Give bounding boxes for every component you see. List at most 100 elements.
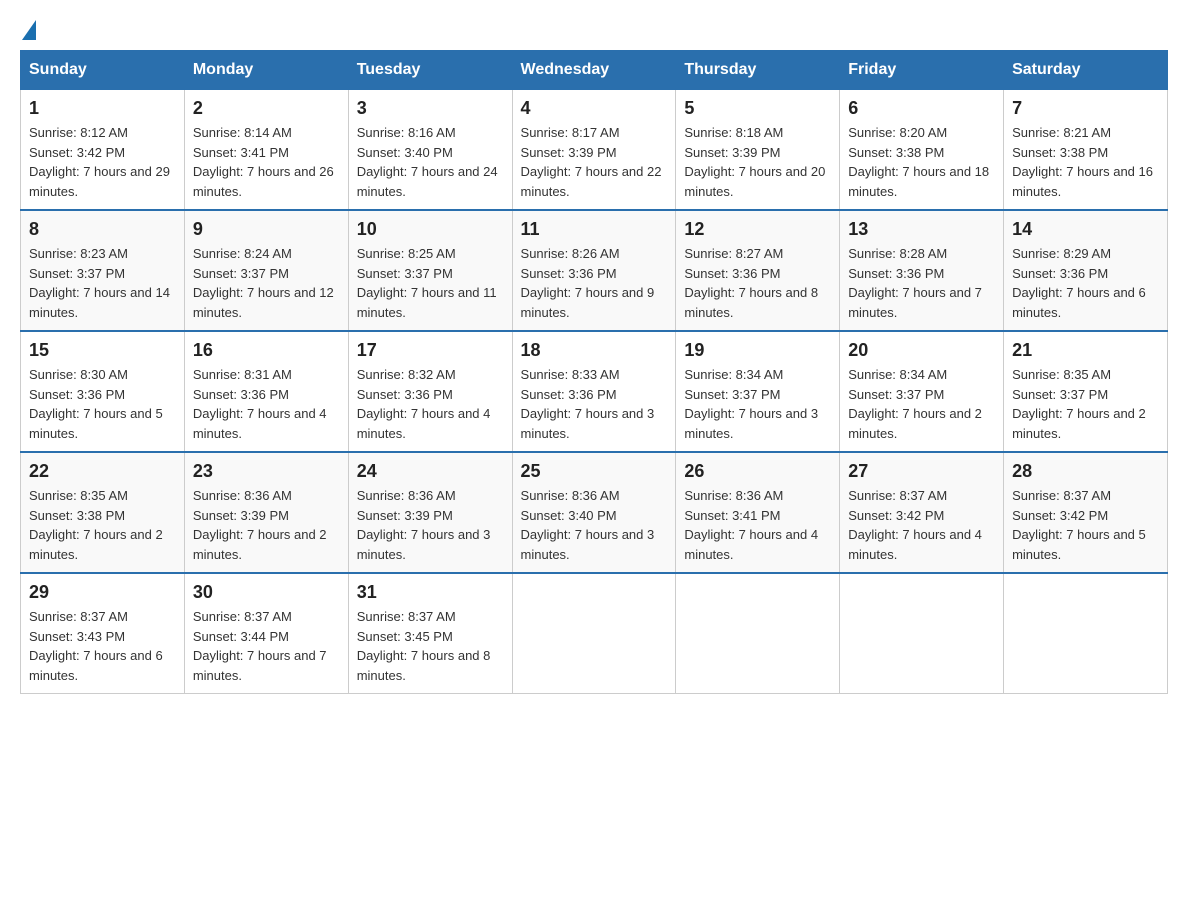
day-number: 16 [193, 340, 340, 361]
day-number: 11 [521, 219, 668, 240]
table-row: 22 Sunrise: 8:35 AMSunset: 3:38 PMDaylig… [21, 452, 185, 573]
calendar-week-row: 8 Sunrise: 8:23 AMSunset: 3:37 PMDayligh… [21, 210, 1168, 331]
table-row: 17 Sunrise: 8:32 AMSunset: 3:36 PMDaylig… [348, 331, 512, 452]
table-row: 23 Sunrise: 8:36 AMSunset: 3:39 PMDaylig… [184, 452, 348, 573]
calendar-week-row: 1 Sunrise: 8:12 AMSunset: 3:42 PMDayligh… [21, 90, 1168, 211]
table-row: 6 Sunrise: 8:20 AMSunset: 3:38 PMDayligh… [840, 90, 1004, 211]
day-number: 31 [357, 582, 504, 603]
day-info: Sunrise: 8:17 AMSunset: 3:39 PMDaylight:… [521, 125, 662, 199]
day-info: Sunrise: 8:37 AMSunset: 3:44 PMDaylight:… [193, 609, 327, 683]
day-info: Sunrise: 8:37 AMSunset: 3:45 PMDaylight:… [357, 609, 491, 683]
table-row: 9 Sunrise: 8:24 AMSunset: 3:37 PMDayligh… [184, 210, 348, 331]
day-number: 22 [29, 461, 176, 482]
day-number: 29 [29, 582, 176, 603]
col-header-friday: Friday [840, 51, 1004, 90]
calendar-week-row: 22 Sunrise: 8:35 AMSunset: 3:38 PMDaylig… [21, 452, 1168, 573]
table-row: 21 Sunrise: 8:35 AMSunset: 3:37 PMDaylig… [1004, 331, 1168, 452]
day-number: 15 [29, 340, 176, 361]
col-header-sunday: Sunday [21, 51, 185, 90]
day-number: 30 [193, 582, 340, 603]
table-row: 2 Sunrise: 8:14 AMSunset: 3:41 PMDayligh… [184, 90, 348, 211]
table-row: 15 Sunrise: 8:30 AMSunset: 3:36 PMDaylig… [21, 331, 185, 452]
day-info: Sunrise: 8:27 AMSunset: 3:36 PMDaylight:… [684, 246, 818, 320]
day-info: Sunrise: 8:37 AMSunset: 3:42 PMDaylight:… [848, 488, 982, 562]
day-number: 10 [357, 219, 504, 240]
day-info: Sunrise: 8:23 AMSunset: 3:37 PMDaylight:… [29, 246, 170, 320]
logo-arrow-icon [22, 20, 36, 40]
day-number: 28 [1012, 461, 1159, 482]
day-number: 14 [1012, 219, 1159, 240]
day-number: 24 [357, 461, 504, 482]
day-number: 20 [848, 340, 995, 361]
day-info: Sunrise: 8:37 AMSunset: 3:42 PMDaylight:… [1012, 488, 1146, 562]
day-info: Sunrise: 8:16 AMSunset: 3:40 PMDaylight:… [357, 125, 498, 199]
table-row [676, 573, 840, 694]
calendar-header-row: Sunday Monday Tuesday Wednesday Thursday… [21, 51, 1168, 90]
table-row [840, 573, 1004, 694]
day-number: 12 [684, 219, 831, 240]
table-row: 31 Sunrise: 8:37 AMSunset: 3:45 PMDaylig… [348, 573, 512, 694]
table-row: 20 Sunrise: 8:34 AMSunset: 3:37 PMDaylig… [840, 331, 1004, 452]
day-number: 25 [521, 461, 668, 482]
table-row: 24 Sunrise: 8:36 AMSunset: 3:39 PMDaylig… [348, 452, 512, 573]
day-info: Sunrise: 8:24 AMSunset: 3:37 PMDaylight:… [193, 246, 334, 320]
table-row: 5 Sunrise: 8:18 AMSunset: 3:39 PMDayligh… [676, 90, 840, 211]
day-number: 1 [29, 98, 176, 119]
col-header-thursday: Thursday [676, 51, 840, 90]
day-number: 9 [193, 219, 340, 240]
day-number: 4 [521, 98, 668, 119]
day-info: Sunrise: 8:14 AMSunset: 3:41 PMDaylight:… [193, 125, 334, 199]
calendar-table: Sunday Monday Tuesday Wednesday Thursday… [20, 50, 1168, 694]
table-row: 26 Sunrise: 8:36 AMSunset: 3:41 PMDaylig… [676, 452, 840, 573]
day-info: Sunrise: 8:21 AMSunset: 3:38 PMDaylight:… [1012, 125, 1153, 199]
table-row: 18 Sunrise: 8:33 AMSunset: 3:36 PMDaylig… [512, 331, 676, 452]
day-info: Sunrise: 8:37 AMSunset: 3:43 PMDaylight:… [29, 609, 163, 683]
day-number: 18 [521, 340, 668, 361]
day-info: Sunrise: 8:30 AMSunset: 3:36 PMDaylight:… [29, 367, 163, 441]
table-row: 29 Sunrise: 8:37 AMSunset: 3:43 PMDaylig… [21, 573, 185, 694]
table-row: 10 Sunrise: 8:25 AMSunset: 3:37 PMDaylig… [348, 210, 512, 331]
day-info: Sunrise: 8:25 AMSunset: 3:37 PMDaylight:… [357, 246, 497, 320]
table-row: 8 Sunrise: 8:23 AMSunset: 3:37 PMDayligh… [21, 210, 185, 331]
table-row: 11 Sunrise: 8:26 AMSunset: 3:36 PMDaylig… [512, 210, 676, 331]
table-row [1004, 573, 1168, 694]
table-row: 7 Sunrise: 8:21 AMSunset: 3:38 PMDayligh… [1004, 90, 1168, 211]
day-number: 19 [684, 340, 831, 361]
table-row: 12 Sunrise: 8:27 AMSunset: 3:36 PMDaylig… [676, 210, 840, 331]
col-header-tuesday: Tuesday [348, 51, 512, 90]
col-header-monday: Monday [184, 51, 348, 90]
day-number: 6 [848, 98, 995, 119]
day-number: 7 [1012, 98, 1159, 119]
day-number: 3 [357, 98, 504, 119]
table-row [512, 573, 676, 694]
day-number: 8 [29, 219, 176, 240]
table-row: 30 Sunrise: 8:37 AMSunset: 3:44 PMDaylig… [184, 573, 348, 694]
day-info: Sunrise: 8:33 AMSunset: 3:36 PMDaylight:… [521, 367, 655, 441]
day-info: Sunrise: 8:35 AMSunset: 3:38 PMDaylight:… [29, 488, 163, 562]
day-info: Sunrise: 8:18 AMSunset: 3:39 PMDaylight:… [684, 125, 825, 199]
day-info: Sunrise: 8:32 AMSunset: 3:36 PMDaylight:… [357, 367, 491, 441]
day-info: Sunrise: 8:36 AMSunset: 3:41 PMDaylight:… [684, 488, 818, 562]
table-row: 27 Sunrise: 8:37 AMSunset: 3:42 PMDaylig… [840, 452, 1004, 573]
day-number: 27 [848, 461, 995, 482]
table-row: 3 Sunrise: 8:16 AMSunset: 3:40 PMDayligh… [348, 90, 512, 211]
table-row: 4 Sunrise: 8:17 AMSunset: 3:39 PMDayligh… [512, 90, 676, 211]
day-number: 13 [848, 219, 995, 240]
day-info: Sunrise: 8:34 AMSunset: 3:37 PMDaylight:… [848, 367, 982, 441]
day-number: 2 [193, 98, 340, 119]
day-number: 17 [357, 340, 504, 361]
page-header [20, 20, 1168, 40]
table-row: 25 Sunrise: 8:36 AMSunset: 3:40 PMDaylig… [512, 452, 676, 573]
day-info: Sunrise: 8:20 AMSunset: 3:38 PMDaylight:… [848, 125, 989, 199]
day-info: Sunrise: 8:31 AMSunset: 3:36 PMDaylight:… [193, 367, 327, 441]
table-row: 1 Sunrise: 8:12 AMSunset: 3:42 PMDayligh… [21, 90, 185, 211]
day-info: Sunrise: 8:12 AMSunset: 3:42 PMDaylight:… [29, 125, 170, 199]
day-info: Sunrise: 8:26 AMSunset: 3:36 PMDaylight:… [521, 246, 655, 320]
day-info: Sunrise: 8:28 AMSunset: 3:36 PMDaylight:… [848, 246, 982, 320]
table-row: 19 Sunrise: 8:34 AMSunset: 3:37 PMDaylig… [676, 331, 840, 452]
day-number: 5 [684, 98, 831, 119]
table-row: 28 Sunrise: 8:37 AMSunset: 3:42 PMDaylig… [1004, 452, 1168, 573]
calendar-week-row: 29 Sunrise: 8:37 AMSunset: 3:43 PMDaylig… [21, 573, 1168, 694]
table-row: 13 Sunrise: 8:28 AMSunset: 3:36 PMDaylig… [840, 210, 1004, 331]
day-number: 26 [684, 461, 831, 482]
